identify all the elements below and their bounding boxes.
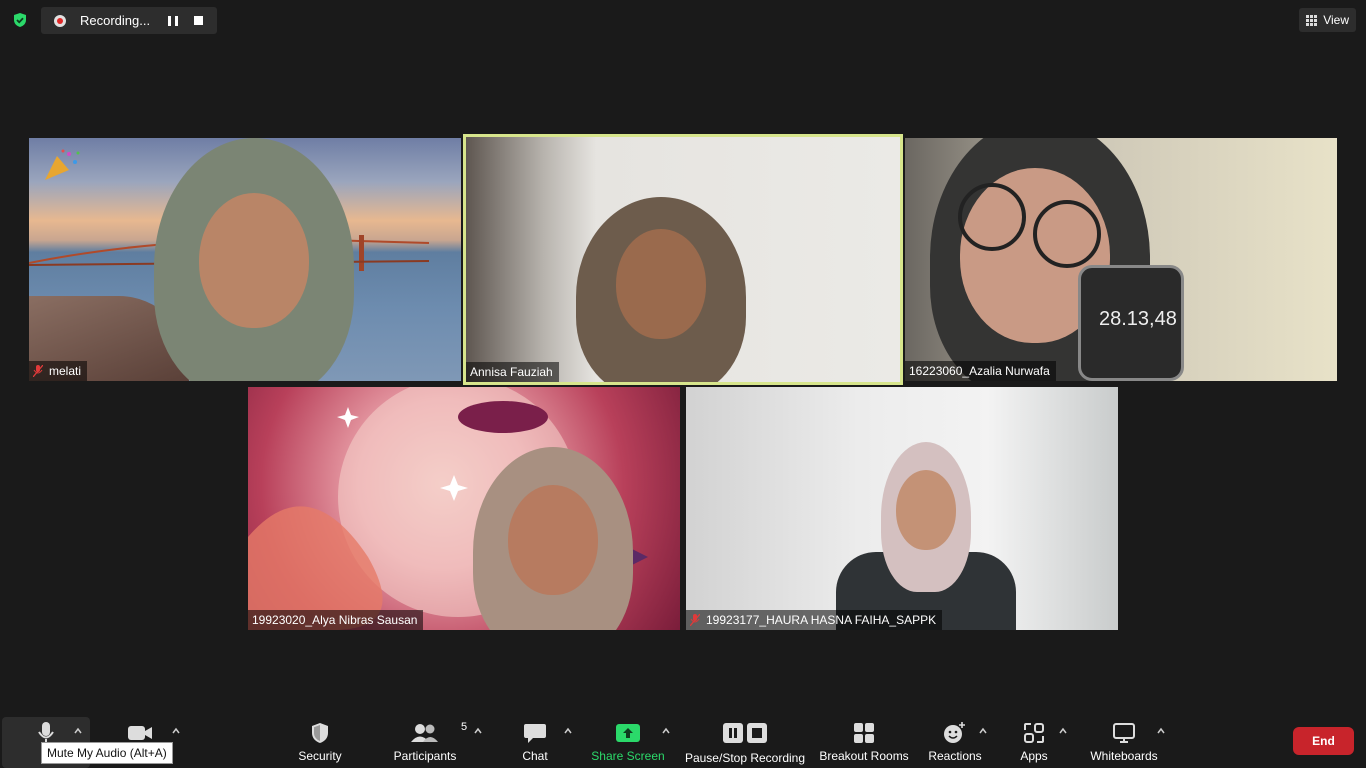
video-camera-icon xyxy=(128,726,152,740)
video-tile-azalia-nurwafa[interactable]: 28.13,48 16223060_Azalia Nurwafa xyxy=(905,138,1337,381)
participants-button[interactable]: 5 Participants xyxy=(391,712,467,768)
participant-video xyxy=(836,442,1016,630)
end-meeting-button[interactable]: End xyxy=(1293,727,1354,755)
apps-button[interactable]: Apps xyxy=(1014,712,1054,768)
video-tile-alya-nibras-sausan[interactable]: 19923020_Alya Nibras Sausan xyxy=(248,387,680,630)
chat-options-caret-icon[interactable] xyxy=(563,726,573,736)
apps-icon xyxy=(1024,723,1044,743)
breakout-rooms-icon xyxy=(854,723,874,743)
mute-tooltip: Mute My Audio (Alt+A) xyxy=(41,742,173,764)
participant-name-label: 16223060_Azalia Nurwafa xyxy=(905,361,1056,381)
reactions-smiley-icon xyxy=(944,722,965,743)
breakout-rooms-button[interactable]: Breakout Rooms xyxy=(818,712,910,768)
participants-icon xyxy=(411,724,438,742)
whiteboards-button[interactable]: Whiteboards xyxy=(1088,712,1160,768)
security-button[interactable]: Security xyxy=(290,712,350,768)
grid-icon xyxy=(1306,14,1318,26)
chat-bubble-icon xyxy=(524,724,546,743)
view-label: View xyxy=(1323,13,1349,27)
whiteboard-icon xyxy=(1113,723,1135,743)
reactions-options-caret-icon[interactable] xyxy=(978,726,988,736)
party-popper-reaction-icon xyxy=(45,149,80,180)
muted-mic-icon xyxy=(33,365,43,377)
video-tile-annisa-fauziah[interactable]: Annisa Fauziah xyxy=(466,137,900,382)
encryption-shield-icon[interactable] xyxy=(12,12,28,28)
video-options-caret-icon[interactable] xyxy=(171,726,181,736)
pause-stop-recording-button[interactable]: Pause/Stop Recording xyxy=(684,712,806,768)
share-screen-button[interactable]: Share Screen xyxy=(588,712,668,768)
recording-status-text: Recording... xyxy=(80,13,151,28)
participant-name-label: melati xyxy=(29,361,88,381)
participant-name-label: 19923177_HAURA HASNA FAIHA_SAPPK xyxy=(686,610,943,630)
meeting-toolbar: M Security 5 Participants Chat xyxy=(0,712,1366,768)
video-tile-haura-hasna-faiha[interactable]: 19923177_HAURA HASNA FAIHA_SAPPK xyxy=(686,387,1118,630)
view-button[interactable]: View xyxy=(1299,8,1356,32)
share-screen-icon xyxy=(616,724,640,742)
whiteboards-options-caret-icon[interactable] xyxy=(1156,726,1166,736)
participant-name-label: 19923020_Alya Nibras Sausan xyxy=(248,610,424,630)
participants-count: 5 xyxy=(461,721,468,733)
participant-video xyxy=(576,197,746,382)
security-shield-icon xyxy=(312,723,328,743)
apps-options-caret-icon[interactable] xyxy=(1058,726,1068,736)
reactions-button[interactable]: Reactions xyxy=(926,712,984,768)
participant-video xyxy=(154,138,354,381)
participant-video xyxy=(473,447,633,630)
chat-button[interactable]: Chat xyxy=(515,712,555,768)
audio-options-caret-icon[interactable] xyxy=(73,726,83,736)
participant-name-label: Annisa Fauziah xyxy=(466,362,559,382)
pause-stop-recording-icon xyxy=(723,723,767,743)
phone-stopwatch: 28.13,48 xyxy=(1078,265,1184,381)
recording-dot-icon xyxy=(54,14,66,27)
pause-recording-icon[interactable] xyxy=(168,15,178,26)
video-tile-melati[interactable]: melati xyxy=(29,138,461,381)
muted-mic-icon xyxy=(690,614,700,626)
stop-recording-icon[interactable] xyxy=(194,16,203,25)
recording-indicator: Recording... xyxy=(41,7,217,34)
share-options-caret-icon[interactable] xyxy=(661,726,671,736)
participants-options-caret-icon[interactable] xyxy=(473,726,483,736)
